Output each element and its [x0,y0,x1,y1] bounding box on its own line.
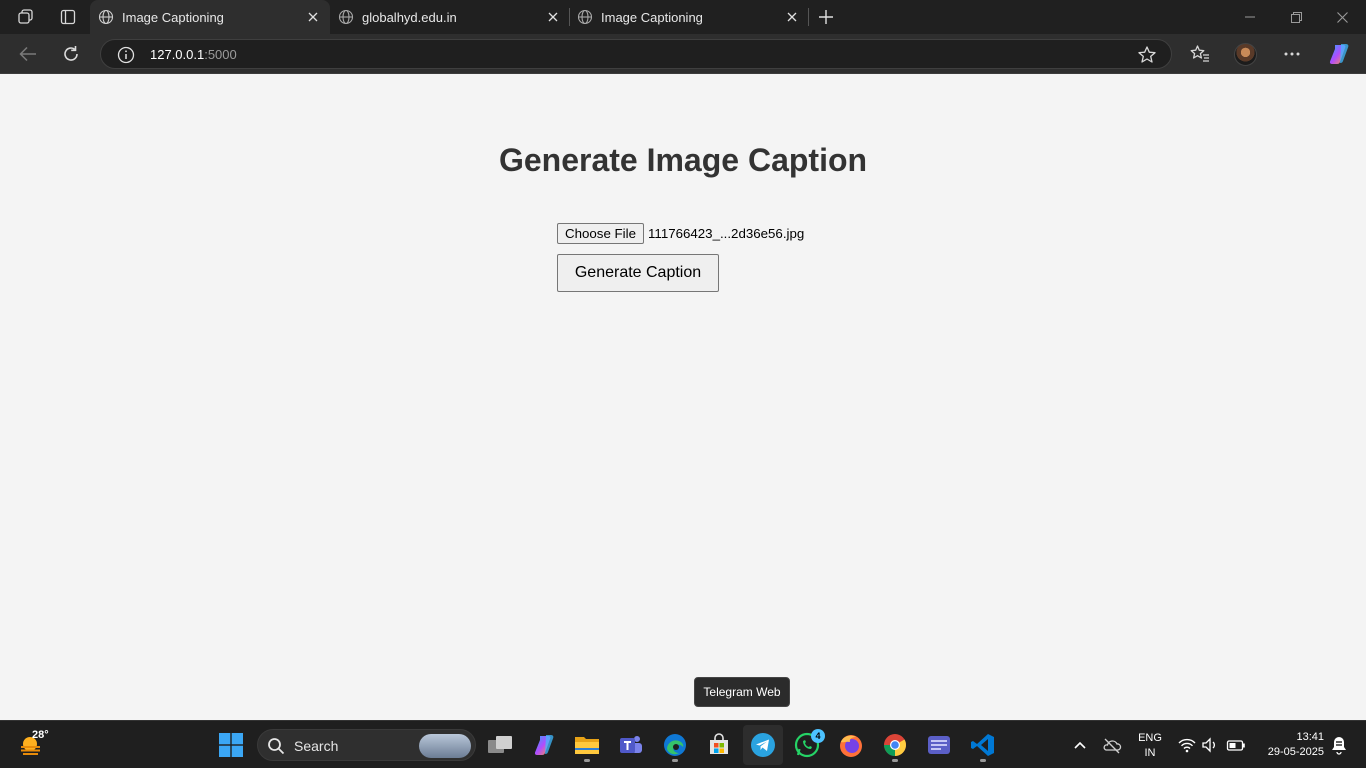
notification-badge: 4 [811,729,825,743]
copilot-icon[interactable] [1327,43,1351,65]
restore-icon[interactable] [1273,0,1319,34]
app-icon[interactable] [919,725,959,765]
globe-icon [577,9,593,25]
search-icon [268,738,285,755]
running-indicator [980,759,986,762]
tab-actions-icon[interactable] [55,5,81,29]
globe-icon [338,9,354,25]
minimize-icon[interactable] [1227,0,1273,34]
generate-caption-button[interactable]: Generate Caption [557,254,719,292]
start-button[interactable] [211,725,251,765]
url-text: 127.0.0.1:5000 [150,47,237,62]
notification-bell-icon[interactable] [1330,735,1348,755]
favorites-icon[interactable] [1186,40,1214,68]
microsoft-store-icon[interactable] [699,725,739,765]
browser-tab-bar: Image Captioning globalhyd.edu.in Image … [0,0,1366,34]
whatsapp-icon[interactable]: 4 [787,725,827,765]
language-indicator[interactable]: ENG IN [1136,731,1164,761]
address-bar[interactable]: 127.0.0.1:5000 [100,39,1172,69]
url-host: 127.0.0.1 [150,47,205,62]
teams-icon[interactable] [611,725,651,765]
favorite-star-icon[interactable] [1137,45,1157,65]
task-view-icon[interactable] [480,725,520,765]
clock-date: 29-05-2025 [1267,746,1324,758]
browser-toolbar: 127.0.0.1:5000 [0,34,1366,74]
close-tab-icon[interactable] [304,8,322,26]
copilot-app-icon[interactable] [524,725,564,765]
refresh-icon[interactable] [57,40,85,68]
page-content: Generate Image Caption Choose File 11176… [0,75,1366,720]
tab-title: Image Captioning [601,10,703,25]
chrome-icon[interactable] [875,725,915,765]
firefox-icon[interactable] [831,725,871,765]
more-options-icon[interactable] [1278,40,1306,68]
close-window-icon[interactable] [1319,0,1365,34]
system-clock[interactable]: 13:41 29-05-2025 [1258,730,1324,760]
tab-globalhyd[interactable]: globalhyd.edu.in [330,0,570,34]
choose-file-button[interactable]: Choose File [557,223,644,244]
running-indicator [672,759,678,762]
telegram-icon[interactable] [743,725,783,765]
page-title: Generate Image Caption [498,142,868,178]
selected-file-name: 111766423_...2d36e56.jpg [648,226,805,241]
region-code: IN [1144,747,1156,759]
back-arrow-icon[interactable] [14,40,42,68]
battery-icon[interactable] [1226,735,1246,755]
wifi-icon[interactable] [1177,735,1197,755]
tab-title: globalhyd.edu.in [362,10,457,25]
vscode-icon[interactable] [963,725,1003,765]
url-port: :5000 [204,47,237,62]
close-tab-icon[interactable] [544,8,562,26]
search-label: Search [294,738,339,754]
file-explorer-icon[interactable] [567,725,607,765]
running-indicator [584,759,590,762]
tab-title: Image Captioning [122,10,224,25]
taskbar-search[interactable]: Search [257,729,476,761]
telegram-tooltip: Telegram Web [694,677,790,707]
volume-icon[interactable] [1200,735,1220,755]
weather-temperature: 28° [32,729,49,741]
tab-image-captioning-1[interactable]: Image Captioning [90,0,330,34]
tab-image-captioning-2[interactable]: Image Captioning [569,0,809,34]
tab-separator [808,8,809,26]
windows-logo-icon [219,733,243,757]
onedrive-offline-icon[interactable] [1102,735,1122,755]
workspaces-icon[interactable] [13,5,39,29]
new-tab-icon[interactable] [813,5,839,29]
search-highlight-image [419,734,471,758]
site-info-icon[interactable] [117,46,135,64]
globe-icon [98,9,114,25]
chevron-up-icon[interactable] [1070,735,1090,755]
running-indicator [892,759,898,762]
taskbar: 28° Search 4 ENG IN 13:41 29-05-2025 [0,720,1366,768]
profile-avatar[interactable] [1234,43,1257,66]
language-code: ENG [1138,732,1162,744]
close-tab-icon[interactable] [783,8,801,26]
clock-time: 13:41 [1296,731,1324,743]
edge-icon[interactable] [655,725,695,765]
